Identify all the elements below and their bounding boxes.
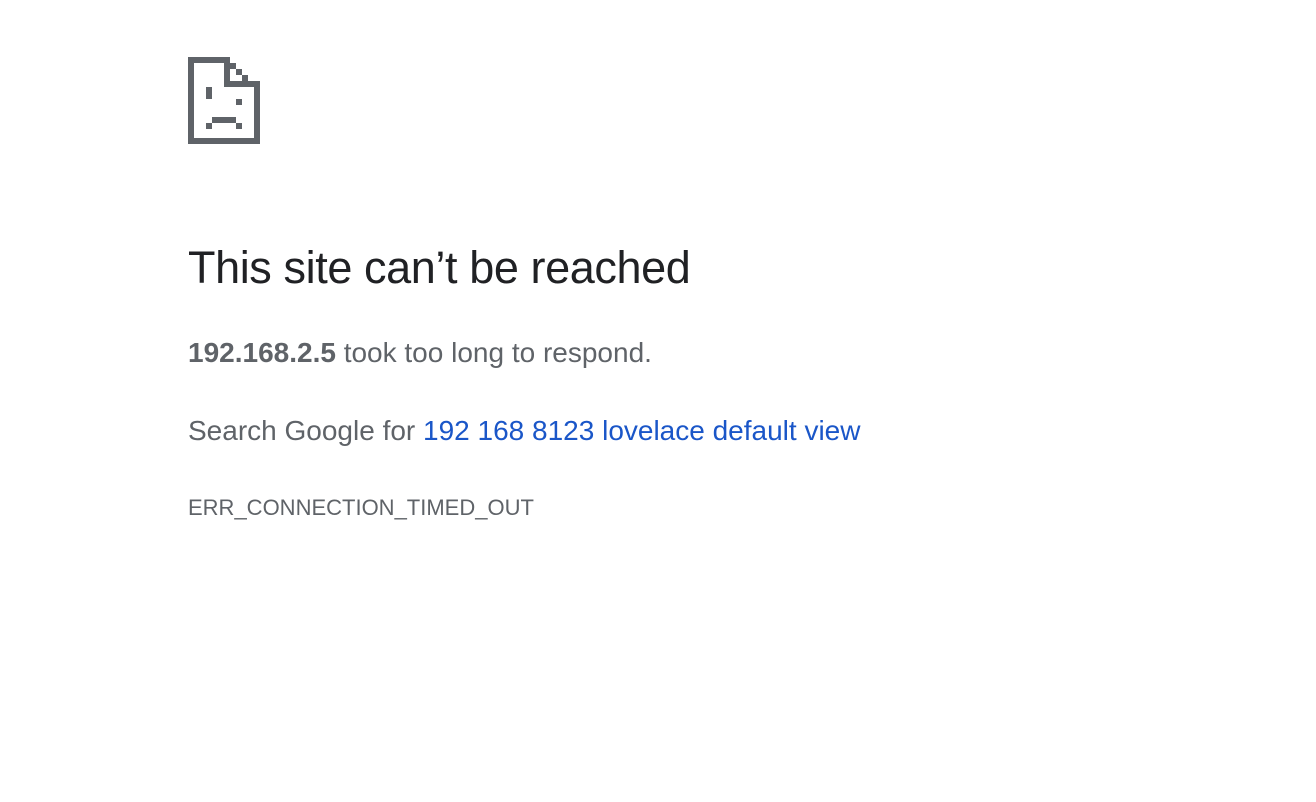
suggestion-prefix: Search Google for: [188, 415, 424, 446]
sad-page-icon: [188, 57, 260, 144]
error-code: ERR_CONNECTION_TIMED_OUT: [188, 495, 534, 520]
error-page: This site can’t be reached 192.168.2.5 t…: [0, 0, 1316, 802]
error-summary: 192.168.2.5 took too long to respond.: [188, 336, 652, 370]
search-google-link[interactable]: 192 168 8123 lovelace default view: [423, 415, 860, 446]
host-address: 192.168.2.5: [188, 337, 336, 368]
search-suggestion: Search Google for 192 168 8123 lovelace …: [188, 414, 860, 448]
page-title: This site can’t be reached: [188, 242, 691, 293]
summary-text: took too long to respond.: [335, 337, 652, 368]
